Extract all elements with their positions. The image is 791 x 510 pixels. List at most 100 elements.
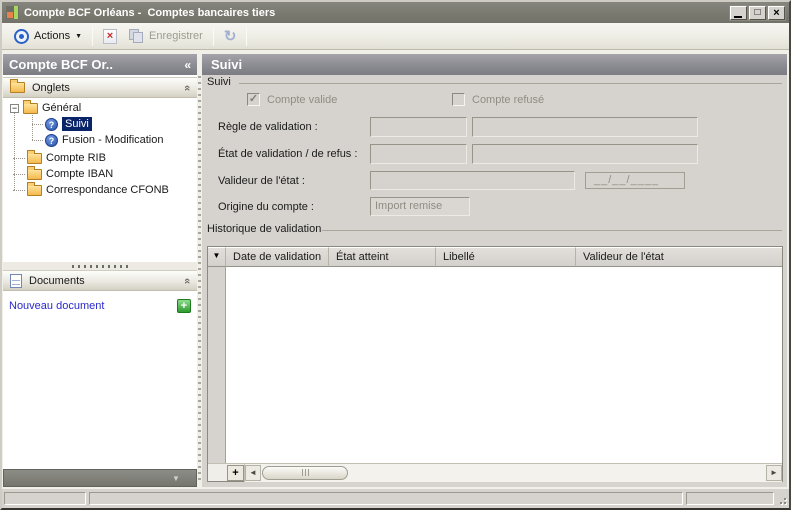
tree-item-correspondance-cfonb[interactable]: Correspondance CFONB <box>13 181 169 198</box>
collapse-group-icon[interactable]: « <box>181 277 193 283</box>
add-document-button[interactable]: + <box>177 299 191 313</box>
tree-item-suivi[interactable]: ? Suivi <box>32 116 92 132</box>
chevron-down-icon: ▼ <box>172 473 180 483</box>
toolbar-separator <box>212 26 214 46</box>
tree-item-compte-iban[interactable]: Compte IBAN <box>13 165 114 182</box>
origine-compte-field: Import remise <box>370 197 470 216</box>
delete-icon: × <box>103 28 118 44</box>
folder-icon <box>27 181 42 196</box>
column-header-libelle[interactable]: Libellé <box>436 247 576 267</box>
sidebar-bottom-bar[interactable]: ▼ <box>3 469 197 487</box>
tree-item-label: Correspondance CFONB <box>46 184 169 196</box>
refresh-button[interactable]: ↻ <box>218 27 243 46</box>
horizontal-scrollbar: ◄ ► <box>244 463 782 482</box>
folder-icon <box>27 165 42 180</box>
onglets-group-header[interactable]: Onglets « <box>3 77 197 98</box>
scroll-left-icon[interactable]: ◄ <box>245 464 261 481</box>
folder-icon <box>23 99 38 114</box>
sidebar-title: Compte BCF Or.. <box>9 57 114 72</box>
historique-table: ▼ Date de validation État atteint Libell… <box>207 246 783 482</box>
table-scrollbar-row: + ◄ ► <box>208 463 782 482</box>
maximize-button[interactable]: □ <box>749 5 766 20</box>
onglets-group-label: Onglets <box>32 81 70 94</box>
suivi-group-label: Suivi <box>207 76 231 88</box>
actions-bullseye-icon <box>14 28 29 44</box>
add-row-button[interactable]: + <box>227 464 244 481</box>
sidebar-header: Compte BCF Or.. « <box>3 54 197 75</box>
documents-group-header[interactable]: Documents « <box>3 270 197 291</box>
folder-icon <box>10 79 25 93</box>
scrollbar-thumb[interactable] <box>262 465 348 480</box>
scroll-right-icon[interactable]: ► <box>766 464 782 481</box>
compte-valide-checkbox[interactable]: ✓ Compte valide <box>247 93 337 106</box>
tree-connector-line <box>32 124 43 125</box>
sidebar-splitter-handle[interactable] <box>3 262 197 270</box>
column-header-date-validation[interactable]: Date de validation <box>226 247 329 267</box>
main-content: Suivi ✓ Compte valide Compte refusé Règl… <box>202 75 787 487</box>
new-document-row: Nouveau document + <box>9 299 191 313</box>
collapse-node-icon[interactable]: − <box>10 103 19 113</box>
actions-label: Actions <box>34 30 71 42</box>
regle-validation-label: Règle de validation : <box>218 121 318 133</box>
tree-item-label: Compte IBAN <box>46 168 114 180</box>
tree-connector-line <box>14 109 15 190</box>
main-header-title: Suivi <box>211 57 243 72</box>
minimize-button[interactable] <box>730 5 747 20</box>
table-header-row: ▼ Date de validation État atteint Libell… <box>208 247 782 267</box>
tree-item-label: Compte RIB <box>46 152 106 164</box>
column-header-valideur-etat[interactable]: Valideur de l'état <box>576 247 782 267</box>
regle-validation-libelle-field <box>472 117 698 137</box>
resize-grip-icon[interactable] <box>777 492 787 505</box>
main-panel: Suivi Suivi ✓ Compte valide Compte refus… <box>202 54 787 487</box>
save-label: Enregistrer <box>149 30 203 42</box>
tree-connector-line <box>13 190 25 191</box>
save-button[interactable]: Enregistrer <box>123 27 209 45</box>
valideur-etat-label: Valideur de l'état : <box>218 175 305 187</box>
tree-item-compte-rib[interactable]: Compte RIB <box>13 149 106 166</box>
documents-panel: Nouveau document + <box>3 291 197 467</box>
save-icon <box>129 29 144 43</box>
table-body-empty[interactable] <box>227 267 782 463</box>
historique-group-line <box>322 230 782 231</box>
sidebar-resize-handle[interactable] <box>198 76 201 482</box>
compte-refuse-checkbox[interactable]: Compte refusé <box>452 93 544 106</box>
close-button[interactable]: × <box>768 5 785 20</box>
delete-button[interactable]: × <box>97 27 123 46</box>
column-header-etat-atteint[interactable]: État atteint <box>329 247 436 267</box>
new-document-link[interactable]: Nouveau document <box>9 300 177 312</box>
regle-validation-code-field <box>370 117 467 137</box>
etat-validation-code-field <box>370 144 467 164</box>
folder-icon <box>27 149 42 164</box>
workspace: Compte BCF Or.. « Onglets « − Général ? … <box>2 50 789 489</box>
help-icon: ? <box>45 133 58 147</box>
application-window: Compte BCF Orléans - Comptes bancaires t… <box>0 0 791 510</box>
tree-item-general[interactable]: − Général <box>10 99 82 116</box>
tree-item-label: Suivi <box>62 117 92 131</box>
documents-group-label: Documents <box>29 274 85 287</box>
toolbar: Actions ▼ × Enregistrer ↻ <box>2 23 789 50</box>
tree-item-fusion-modification[interactable]: ? Fusion - Modification <box>32 132 164 148</box>
collapse-sidebar-icon[interactable]: « <box>184 58 191 72</box>
status-panel-main <box>89 492 683 505</box>
tree-item-label: Général <box>42 102 82 114</box>
collapse-group-icon[interactable]: « <box>181 84 193 90</box>
checkbox-unchecked-icon <box>452 93 465 106</box>
status-bar <box>2 489 789 508</box>
main-header: Suivi <box>202 54 787 75</box>
etat-validation-libelle-field <box>472 144 698 164</box>
toolbar-separator <box>246 26 248 46</box>
tree-connector-line <box>13 158 25 159</box>
window-title: Compte BCF Orléans - Comptes bancaires t… <box>24 6 276 19</box>
actions-button[interactable]: Actions ▼ <box>8 27 88 46</box>
document-icon <box>10 273 22 288</box>
suivi-group-line <box>239 83 782 84</box>
refresh-icon: ↻ <box>223 27 237 45</box>
filter-arrow-icon[interactable]: ▼ <box>208 247 226 267</box>
date-validation-field: __/__/____ <box>585 172 685 189</box>
valideur-etat-field <box>370 171 575 190</box>
tree-connector-line <box>13 174 25 175</box>
app-icon <box>6 6 19 19</box>
origine-compte-label: Origine du compte : <box>218 201 314 213</box>
toolbar-separator <box>92 26 94 46</box>
row-indicator-column <box>208 247 226 463</box>
